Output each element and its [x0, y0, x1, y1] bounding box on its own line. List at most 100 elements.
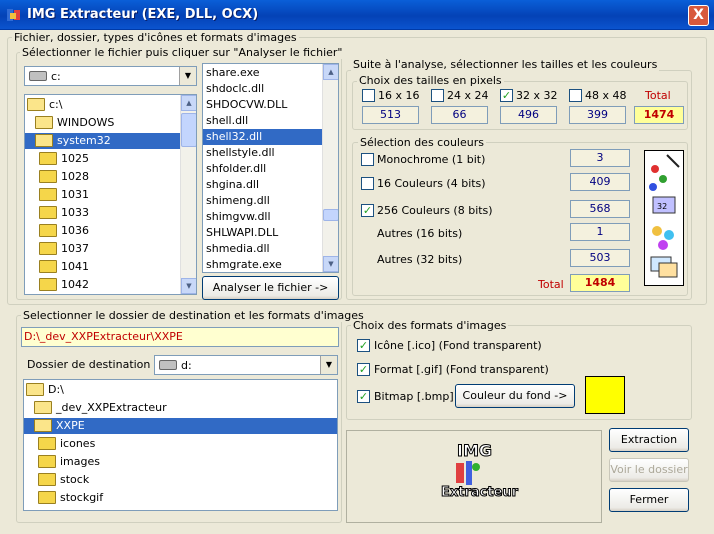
sizes-total-label: Total	[645, 89, 671, 102]
folder-name: WINDOWS	[57, 116, 115, 129]
dest-folder-item[interactable]: stockgif	[24, 490, 337, 506]
extract-button[interactable]: Extraction	[609, 428, 689, 452]
logo-img-text: IMG	[456, 441, 493, 461]
folder-tree-item[interactable]: WINDOWS	[25, 115, 182, 131]
dest-folder-item[interactable]: icones	[24, 436, 337, 452]
color-label: 256 Couleurs (8 bits)	[377, 204, 493, 217]
dest-folder-item[interactable]: XXPE	[24, 418, 337, 434]
folder-icon	[34, 419, 52, 432]
format-checkbox[interactable]: ✓	[357, 390, 370, 403]
size-checkbox[interactable]: ✓	[500, 89, 513, 102]
color-count: 568	[570, 200, 630, 218]
folder-tree-item[interactable]: 1025	[25, 151, 182, 167]
scroll-down-icon[interactable]: ▼	[323, 256, 338, 272]
folder-tree-item[interactable]: 1033	[25, 205, 182, 221]
color-label: 16 Couleurs (4 bits)	[377, 177, 486, 190]
format-label: Bitmap [.bmp]	[374, 390, 454, 403]
source-folder-tree[interactable]: c:\ WINDOWS system32 1025 1028 1031 1033 1036 10…	[24, 94, 197, 295]
file-list-item[interactable]: shell32.dll	[203, 129, 323, 145]
folder-tree-item[interactable]: 1031	[25, 187, 182, 203]
app-icon	[7, 9, 20, 21]
chevron-down-icon[interactable]: ▼	[179, 67, 196, 85]
source-folder-scrollbar[interactable]: ▲ ▼	[180, 95, 196, 294]
file-list-item[interactable]: shdoclc.dll	[203, 81, 323, 97]
folder-icon	[39, 188, 57, 201]
file-list-item[interactable]: share.exe	[203, 65, 323, 81]
drive-icon	[29, 71, 47, 81]
formats-group-label: Choix des formats d'images	[351, 319, 509, 332]
file-list-item[interactable]: shimeng.dll	[203, 193, 323, 209]
folder-tree-item[interactable]: c:\	[25, 97, 182, 113]
folder-tree-item[interactable]: 1037	[25, 241, 182, 257]
color-checkbox[interactable]	[361, 153, 374, 166]
color-checkbox[interactable]	[361, 177, 374, 190]
folder-tree-item[interactable]: system32	[25, 133, 182, 149]
background-color-button[interactable]: Couleur du fond ->	[455, 384, 575, 408]
folder-icon	[39, 206, 57, 219]
file-list-item[interactable]: shellstyle.dll	[203, 145, 323, 161]
folder-icon	[26, 383, 44, 396]
folder-name: 1041	[61, 260, 89, 273]
folder-name: system32	[57, 134, 111, 147]
format-checkbox[interactable]: ✓	[357, 363, 370, 376]
folder-name: XXPE	[56, 419, 85, 432]
folder-icon	[38, 455, 56, 468]
scroll-thumb[interactable]	[181, 113, 196, 147]
folder-tree-item[interactable]: 1042	[25, 277, 182, 293]
dest-folder-item[interactable]: stock	[24, 472, 337, 488]
folder-name: 1036	[61, 224, 89, 237]
source-group-label: Fichier, dossier, types d'icônes et form…	[12, 31, 299, 44]
folder-icon	[39, 260, 57, 273]
size-label: 16 x 16	[378, 89, 420, 102]
close-window-button[interactable]: X	[688, 5, 709, 26]
folder-icon	[39, 278, 57, 291]
dest-folder-item[interactable]: D:\	[24, 382, 337, 398]
size-label: 48 x 48	[585, 89, 627, 102]
file-list-item[interactable]: shgina.dll	[203, 177, 323, 193]
file-list-scrollbar[interactable]: ▲ ▼	[322, 64, 338, 272]
size-count: 496	[500, 106, 557, 124]
size-checkbox[interactable]	[569, 89, 582, 102]
folder-icon	[35, 116, 53, 129]
scroll-up-icon[interactable]: ▲	[323, 64, 338, 80]
view-folder-button[interactable]: Voir le dossier	[609, 458, 689, 482]
file-list-item[interactable]: shmedia.dll	[203, 241, 323, 257]
folder-tree-item[interactable]: 1028	[25, 169, 182, 185]
file-list-item[interactable]: shimgvw.dll	[203, 209, 323, 225]
size-checkbox[interactable]	[431, 89, 444, 102]
source-drive-select[interactable]: c: ▼	[24, 66, 197, 86]
color-checkbox[interactable]: ✓	[361, 204, 374, 217]
source-file-list[interactable]: share.exe shdoclc.dll SHDOCVW.DLL shell.dll…	[202, 63, 339, 273]
color-label: Autres (16 bits)	[377, 227, 463, 240]
folder-name: icones	[60, 437, 96, 450]
scroll-up-icon[interactable]: ▲	[181, 95, 196, 111]
title-bar[interactable]: IMG Extracteur (EXE, DLL, OCX) X	[0, 0, 714, 30]
file-list-item[interactable]: SHDOCVW.DLL	[203, 97, 323, 113]
folder-name: 1037	[61, 242, 89, 255]
file-list-item[interactable]: shell.dll	[203, 113, 323, 129]
dest-folder-item[interactable]: images	[24, 454, 337, 470]
scroll-thumb[interactable]	[323, 209, 338, 221]
file-list-item[interactable]: shfolder.dll	[203, 161, 323, 177]
analyze-file-button[interactable]: Analyser le fichier ->	[202, 276, 339, 300]
dest-path-field[interactable]: D:\_dev_XXPExtracteur\XXPE	[21, 327, 339, 347]
file-list-item[interactable]: SHLWAPI.DLL	[203, 225, 323, 241]
scroll-down-icon[interactable]: ▼	[181, 278, 196, 294]
logo-panel: IMG Extracteur	[346, 430, 602, 523]
file-list-item[interactable]: shmgrate.exe	[203, 257, 323, 272]
folder-tree-item[interactable]: 1041	[25, 259, 182, 275]
dest-folder-tree[interactable]: D:\ _dev_XXPExtracteur XXPE icones images sto…	[23, 379, 338, 511]
close-button[interactable]: Fermer	[609, 488, 689, 512]
dest-folder-item[interactable]: _dev_XXPExtracteur	[24, 400, 337, 416]
folder-icon	[35, 134, 53, 147]
format-label: Format [.gif] (Fond transparent)	[374, 363, 549, 376]
sizes-total-value: 1474	[634, 106, 684, 124]
dest-drive-select[interactable]: d: ▼	[154, 355, 338, 375]
size-checkbox[interactable]	[362, 89, 375, 102]
format-checkbox[interactable]: ✓	[357, 339, 370, 352]
folder-name: 1025	[61, 152, 89, 165]
background-color-swatch[interactable]	[585, 376, 625, 414]
size-count: 513	[362, 106, 419, 124]
chevron-down-icon[interactable]: ▼	[320, 356, 337, 374]
folder-tree-item[interactable]: 1036	[25, 223, 182, 239]
